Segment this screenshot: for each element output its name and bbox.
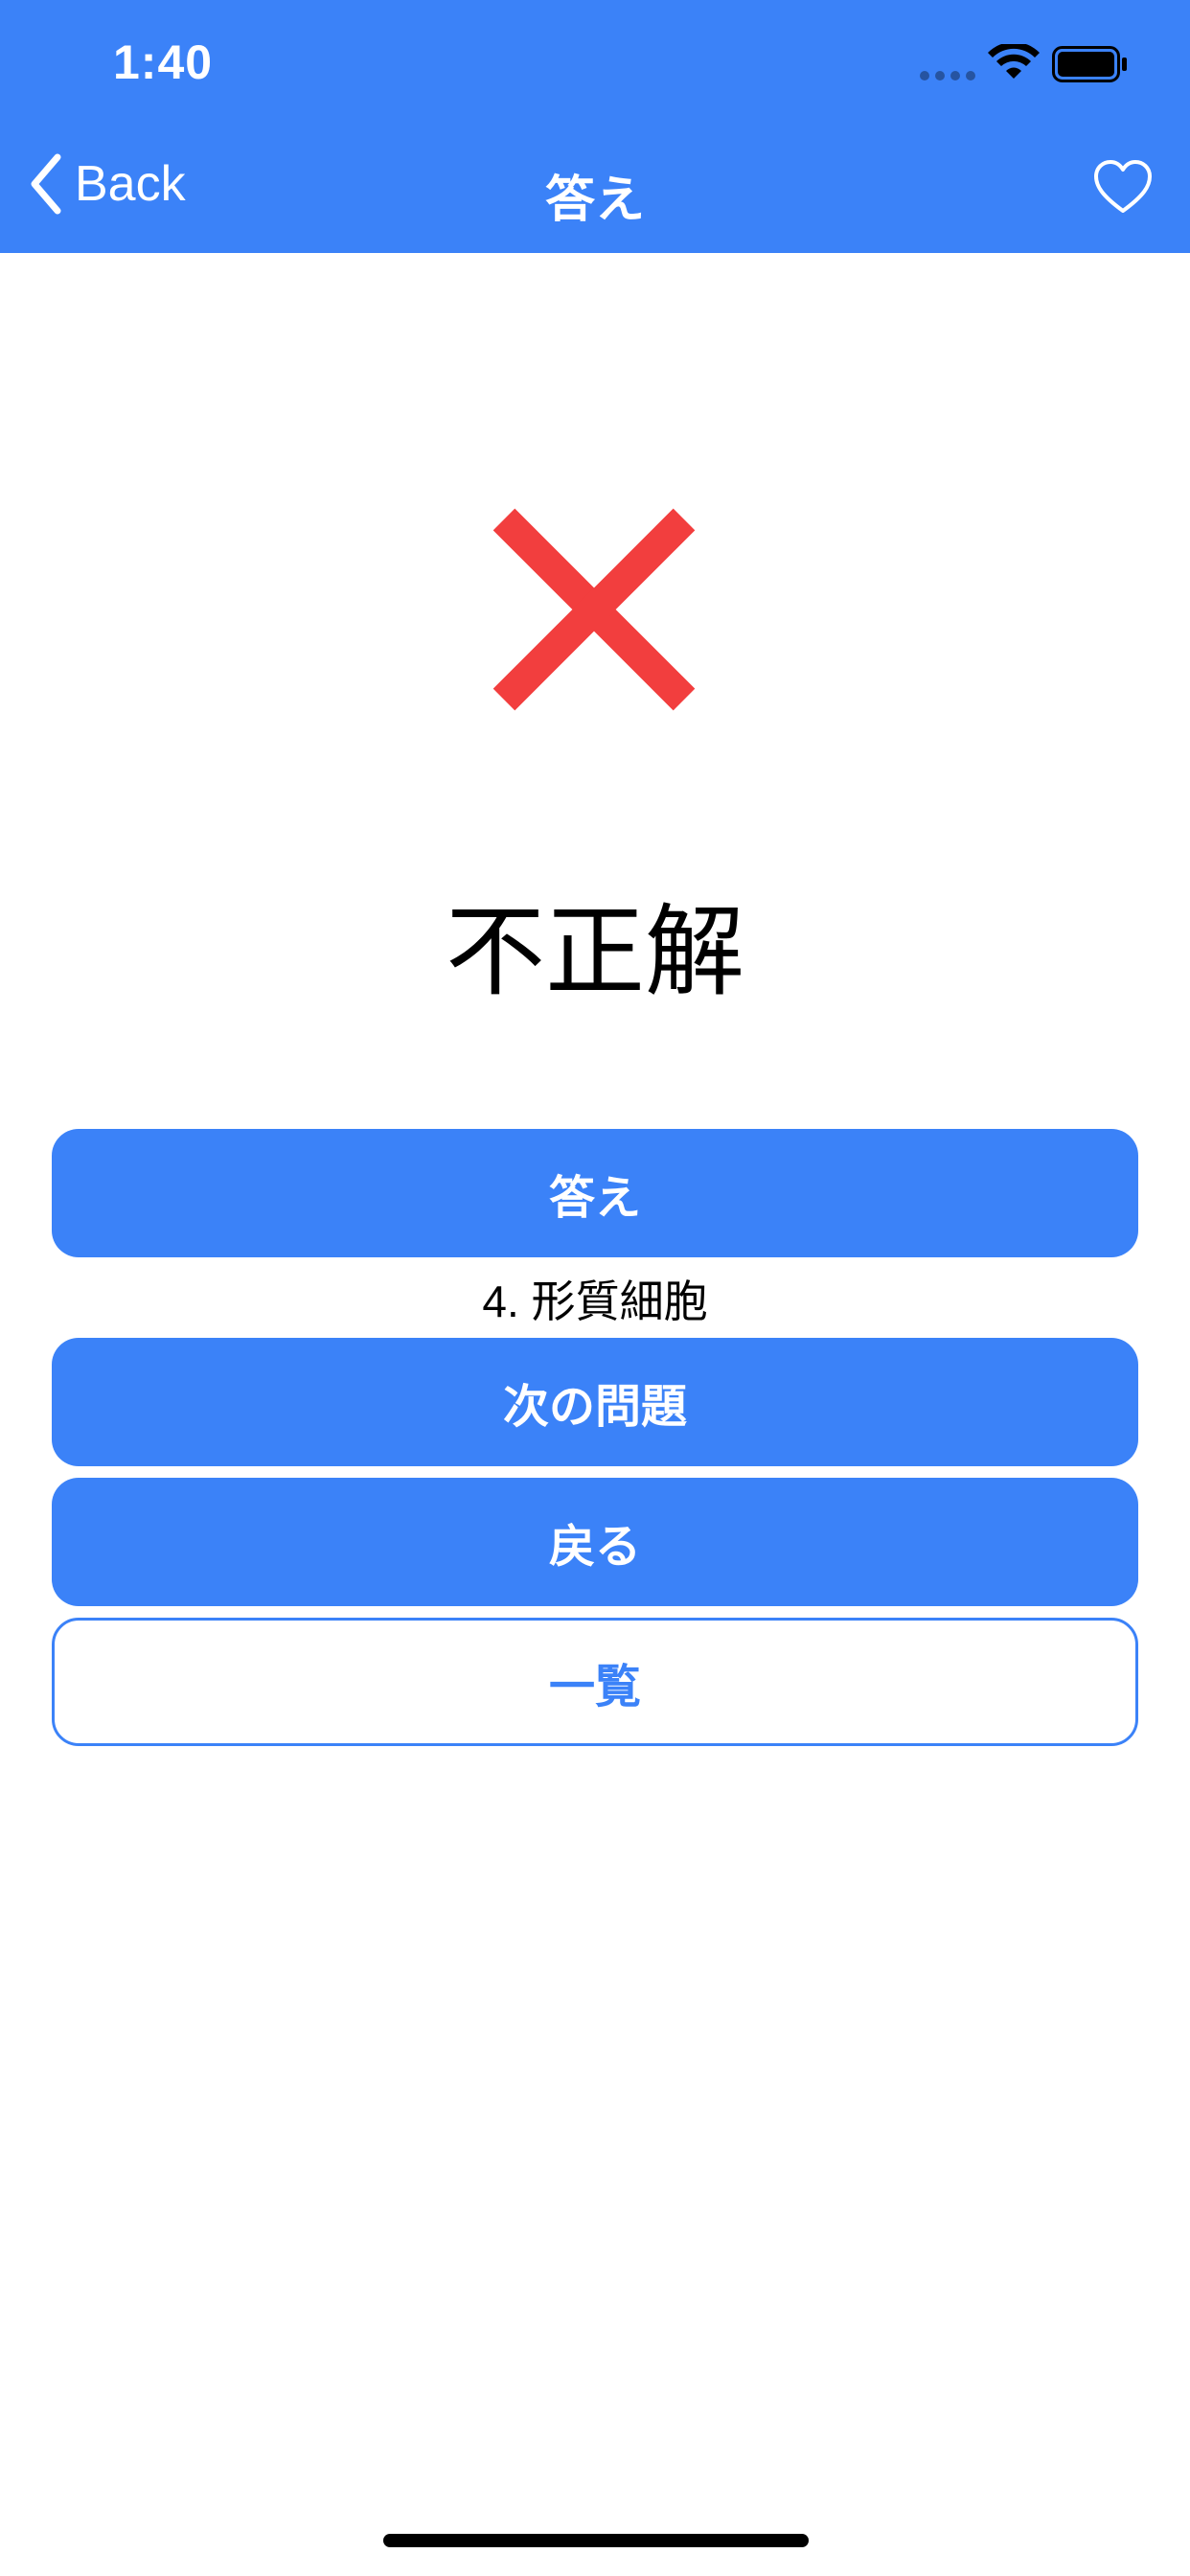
answer-text: 4. 形質細胞 (482, 1276, 708, 1326)
battery-icon (1052, 46, 1127, 82)
back-action-button[interactable]: 戻る (52, 1478, 1138, 1606)
app-header: 1:40 Back 答え (0, 0, 1190, 253)
show-answer-button[interactable]: 答え (52, 1129, 1138, 1257)
status-time: 1:40 (113, 35, 214, 89)
cross-icon (492, 508, 696, 711)
list-button[interactable]: 一覧 (52, 1618, 1138, 1746)
wifi-icon (988, 44, 1040, 79)
home-indicator[interactable] (383, 2534, 809, 2547)
heart-outline-icon[interactable] (1092, 157, 1154, 218)
signal-icon (920, 71, 975, 80)
next-question-button[interactable]: 次の問題 (52, 1338, 1138, 1466)
result-label: 不正解 (445, 897, 744, 1008)
page-title: 答え (544, 172, 645, 228)
